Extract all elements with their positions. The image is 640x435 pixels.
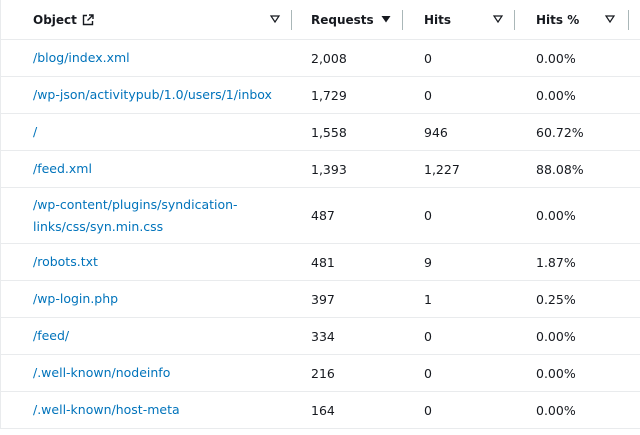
object-link[interactable]: /feed.xml	[33, 158, 92, 180]
cell-object: /feed.xml	[33, 151, 283, 187]
column-header-hits-percent[interactable]: Hits %	[536, 0, 579, 39]
cell-hits-percent: 0.25%	[536, 291, 576, 307]
cell-hits-percent: 0.00%	[536, 208, 576, 223]
cell-requests: 487	[311, 208, 335, 223]
cell-object: /.well-known/host-meta	[33, 392, 283, 428]
cell-object: /	[33, 114, 283, 150]
cell-requests: 164	[311, 402, 335, 418]
cell-object: /feed/	[33, 318, 283, 354]
cell-requests: 1,393	[311, 161, 347, 177]
table-row: /feed.xml 1,393 1,227 88.08%	[1, 151, 640, 188]
cell-requests: 216	[311, 365, 335, 381]
cell-hits-percent: 0.00%	[536, 328, 576, 344]
table-row: /.well-known/nodeinfo 216 0 0.00%	[1, 355, 640, 392]
object-link[interactable]: /wp-content/plugins/syndication-links/cs…	[33, 194, 238, 238]
column-resizer[interactable]	[514, 10, 515, 30]
table-row: /.well-known/host-meta 164 0 0.00%	[1, 392, 640, 429]
cell-hits: 1	[424, 291, 432, 307]
sort-caret-hits-icon[interactable]	[492, 13, 504, 25]
cell-hits: 0	[424, 50, 432, 66]
object-link[interactable]: /.well-known/nodeinfo	[33, 362, 170, 384]
object-link[interactable]: /.well-known/host-meta	[33, 399, 180, 421]
object-link-line: links/css/syn.min.css	[33, 218, 164, 234]
column-label-hits-percent: Hits %	[536, 12, 580, 27]
object-link[interactable]: /robots.txt	[33, 251, 98, 273]
cell-hits: 1,227	[424, 161, 460, 177]
column-label-hits: Hits	[424, 12, 452, 27]
object-link[interactable]: /wp-login.php	[33, 288, 118, 310]
table-row: / 1,558 946 60.72%	[1, 114, 640, 151]
cell-object: /.well-known/nodeinfo	[33, 355, 283, 391]
cell-hits: 946	[424, 124, 448, 140]
table-body: /blog/index.xml 2,008 0 0.00%/wp-json/activ…	[1, 40, 640, 429]
cell-hits-percent: 1.87%	[536, 254, 576, 270]
cell-requests: 397	[311, 291, 335, 307]
cell-object: /blog/index.xml	[33, 40, 283, 76]
cell-object: /wp-content/plugins/syndication-links/cs…	[33, 188, 283, 243]
cell-requests: 334	[311, 328, 335, 344]
table-row: /robots.txt 481 9 1.87%	[1, 244, 640, 281]
cell-requests: 1,558	[311, 124, 347, 140]
column-header-hits[interactable]: Hits	[424, 0, 451, 39]
cell-hits: 0	[424, 87, 432, 103]
cell-hits: 0	[424, 402, 432, 418]
sort-caret-object-icon[interactable]	[269, 13, 281, 25]
cell-hits: 0	[424, 365, 432, 381]
table-row: /blog/index.xml 2,008 0 0.00%	[1, 40, 640, 77]
cell-object: /wp-json/activitypub/1.0/users/1/inbox	[33, 77, 283, 113]
table-row: /feed/334 0 0.00%	[1, 318, 640, 355]
cell-hits-percent: 0.00%	[536, 87, 576, 103]
sort-caret-hits-percent-icon[interactable]	[604, 13, 616, 25]
cell-hits-percent: 60.72%	[536, 124, 584, 140]
cell-hits: 0	[424, 328, 432, 344]
cache-statistics-table: Object Requests Hits Hits % /blog/index.…	[0, 0, 640, 429]
column-resizer[interactable]	[628, 10, 629, 30]
table-row: /wp-content/plugins/syndication-links/cs…	[1, 188, 640, 244]
object-link-line: /wp-content/plugins/syndication-	[33, 196, 238, 212]
cell-hits: 0	[424, 208, 432, 223]
cell-hits-percent: 0.00%	[536, 50, 576, 66]
table-row: /wp-login.php 397 1 0.25%	[1, 281, 640, 318]
table-header: Object Requests Hits Hits %	[1, 0, 640, 40]
cell-hits-percent: 0.00%	[536, 365, 576, 381]
table-row: /wp-json/activitypub/1.0/users/1/inbox 1,…	[1, 77, 640, 114]
cell-requests: 481	[311, 254, 335, 270]
column-resizer[interactable]	[402, 10, 403, 30]
object-link[interactable]: /blog/index.xml	[33, 47, 130, 69]
cell-hits-percent: 88.08%	[536, 161, 584, 177]
object-link[interactable]: /feed/	[33, 325, 69, 347]
column-label-object: Object	[33, 12, 77, 27]
cell-object: /robots.txt	[33, 244, 283, 280]
cell-hits-percent: 0.00%	[536, 402, 576, 418]
cell-requests: 1,729	[311, 87, 347, 103]
column-resizer[interactable]	[291, 10, 292, 30]
column-header-requests[interactable]: Requests	[311, 0, 374, 39]
column-header-object[interactable]: Object	[33, 0, 94, 39]
object-link[interactable]: /wp-json/activitypub/1.0/users/1/inbox	[33, 84, 272, 106]
cell-hits: 9	[424, 254, 432, 270]
sort-caret-requests-icon[interactable]	[380, 13, 392, 25]
column-label-requests: Requests	[311, 12, 374, 27]
external-link-icon[interactable]	[82, 13, 94, 26]
cell-requests: 2,008	[311, 50, 347, 66]
cell-object: /wp-login.php	[33, 281, 283, 317]
object-link[interactable]: /	[33, 121, 37, 143]
